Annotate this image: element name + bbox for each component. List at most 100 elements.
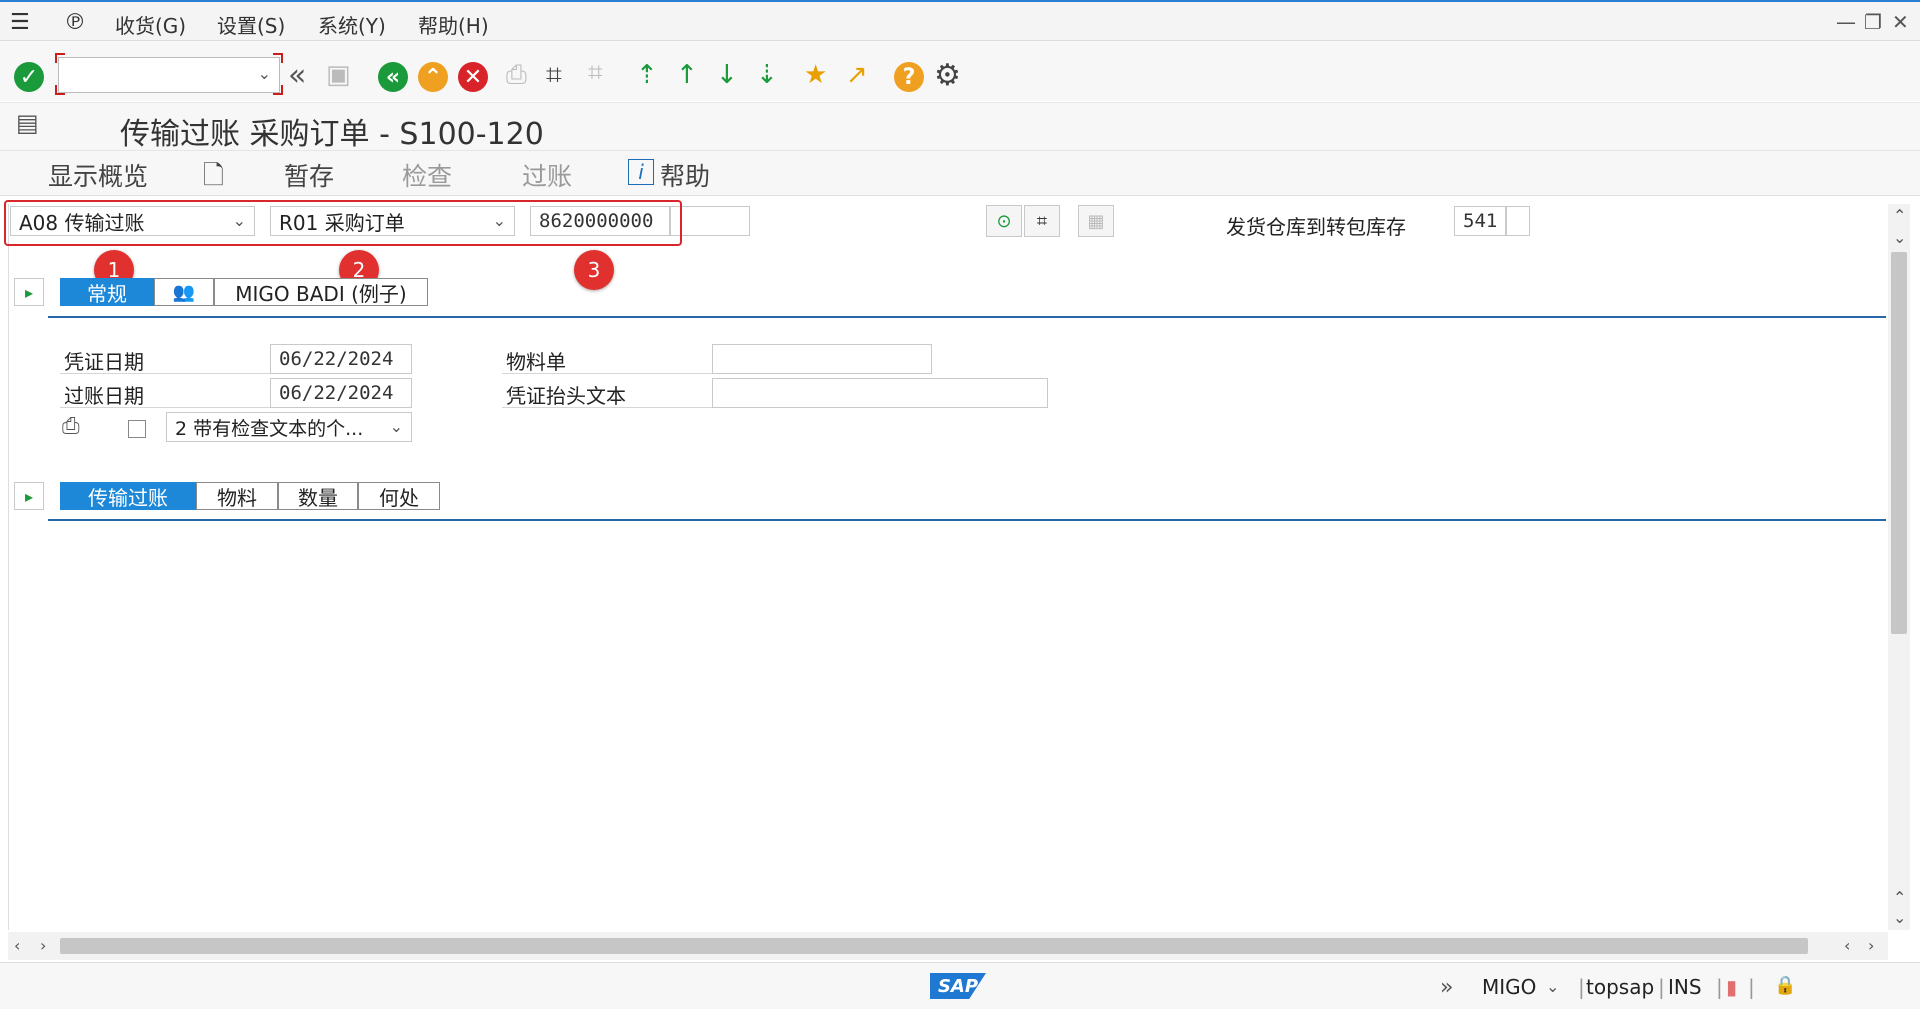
chevron-down-icon: ⌄	[389, 417, 403, 436]
collapse-header-icon[interactable]: ▸	[14, 278, 44, 306]
tab-quantity[interactable]: 数量	[278, 482, 358, 510]
print-option-value: 2 带有检查文本的个...	[175, 417, 364, 440]
tab-migo-badi[interactable]: MIGO BADI (例子)	[214, 278, 428, 306]
tab-material[interactable]: 物料	[196, 482, 278, 510]
response-time-icon: ▮	[1726, 975, 1738, 999]
chevron-down-icon[interactable]: ⌄	[1546, 977, 1559, 996]
movement-type-description: 发货仓库到转包库存	[1226, 215, 1406, 239]
vertical-scroll-thumb[interactable]	[1891, 252, 1907, 634]
next-page-icon[interactable]: ↓	[716, 60, 738, 90]
material-slip-label: 物料单	[506, 350, 566, 374]
enter-icon[interactable]: ✓	[14, 62, 44, 92]
printer-icon: ⎙	[62, 414, 80, 439]
help-button[interactable]: 帮助	[660, 157, 710, 193]
highlight-box	[4, 200, 682, 246]
expand-status-icon[interactable]: »	[1440, 975, 1453, 1000]
menu-icon[interactable]: ☰	[10, 10, 30, 35]
doc-date-label: 凭证日期	[64, 350, 144, 374]
calculator-icon[interactable]: ▦	[1078, 205, 1114, 237]
back-icon[interactable]: «	[378, 62, 408, 92]
close-window-icon[interactable]: ✕	[1892, 10, 1909, 34]
movement-type-input[interactable]: 541	[1454, 206, 1506, 236]
lock-icon: 🔒	[1774, 975, 1797, 996]
execute-icon[interactable]: ⊙	[986, 205, 1022, 237]
new-document-icon[interactable]: 🗋	[203, 157, 224, 201]
material-slip-input[interactable]	[712, 344, 932, 374]
previous-page-icon[interactable]: ↑	[676, 60, 698, 90]
sap-logo: SAP	[930, 973, 986, 999]
screen-menu-icon[interactable]: ▤	[16, 109, 39, 137]
title-bar: ▤ 传输过账 采购订单 - S100-120	[0, 102, 1920, 152]
transaction-icon[interactable]: ℗	[64, 10, 86, 35]
label-underline	[502, 407, 712, 408]
collapse-detail-icon[interactable]: ▸	[14, 482, 44, 510]
tab-general[interactable]: 常规	[60, 278, 154, 306]
partner-icon: 👥	[172, 281, 196, 303]
tab-partner[interactable]: 👥	[154, 278, 214, 306]
separator: |	[1716, 975, 1723, 999]
save-icon: ▣	[326, 60, 351, 90]
header-text-input[interactable]	[712, 378, 1048, 408]
posting-date-label: 过账日期	[64, 384, 144, 408]
status-bar: SAP » MIGO ⌄ | topsap | INS | ▮ | 🔒	[0, 962, 1920, 1009]
header-text-label: 凭证抬头文本	[506, 384, 626, 408]
scroll-up-icon[interactable]: ⌃	[1893, 888, 1906, 907]
label-underline	[502, 373, 712, 374]
posting-date-input[interactable]: 06/22/2024	[270, 378, 412, 408]
exit-icon[interactable]: ⌃	[418, 62, 448, 92]
minimize-icon[interactable]: —	[1836, 10, 1856, 34]
find-icon[interactable]: ⌗	[546, 58, 562, 92]
menu-help[interactable]: 帮助(H)	[418, 10, 489, 39]
help-icon[interactable]: ?	[894, 62, 924, 92]
print-checkbox[interactable]	[128, 420, 146, 438]
scroll-left-icon[interactable]: ‹	[1844, 936, 1850, 955]
post-button: 过账	[522, 162, 573, 191]
separator: |	[1748, 975, 1755, 999]
restore-icon[interactable]: ❐	[1864, 10, 1882, 34]
menu-bar: ☰ ℗ 收货(G) 设置(S) 系统(Y) 帮助(H) — ❐ ✕	[0, 2, 1920, 41]
scroll-left-icon[interactable]: ‹	[14, 936, 20, 955]
show-overview-button[interactable]: 显示概览	[48, 157, 148, 193]
page-title: 传输过账 采购订单 - S100-120	[120, 117, 544, 152]
horizontal-scroll-thumb[interactable]	[60, 938, 1808, 954]
info-icon[interactable]: i	[628, 159, 654, 185]
scroll-right-icon[interactable]: ›	[40, 936, 46, 955]
special-stock-input[interactable]	[1506, 206, 1530, 236]
first-page-icon[interactable]: ⇡	[636, 60, 658, 90]
last-page-icon[interactable]: ⇣	[756, 60, 778, 90]
scroll-up-icon[interactable]: ⌃	[1893, 206, 1906, 225]
tab-underline	[48, 316, 1886, 318]
transaction-code: MIGO	[1482, 975, 1537, 999]
main-content	[8, 204, 1889, 930]
generate-shortcut-icon[interactable]: ↗	[846, 60, 868, 90]
menu-goods-receipt[interactable]: 收货(G)	[115, 10, 186, 39]
cancel-icon[interactable]: ✕	[458, 62, 488, 92]
doc-date-input[interactable]: 06/22/2024	[270, 344, 412, 374]
print-option-select[interactable]: 2 带有检查文本的个... ⌄	[166, 412, 412, 442]
find-next-icon: ⌗	[588, 58, 603, 88]
command-field-focus-frame	[55, 53, 283, 95]
application-toolbar: 显示概览 🗋 暂存 检查 过账 i 帮助	[0, 150, 1920, 196]
search-binoculars-icon[interactable]: ⌗	[1024, 205, 1060, 237]
scroll-right-icon[interactable]: ›	[1868, 936, 1874, 955]
insert-mode: INS	[1668, 975, 1702, 999]
label-underline	[60, 407, 270, 408]
tab-where[interactable]: 何处	[358, 482, 440, 510]
check-button: 检查	[402, 162, 453, 191]
menu-system[interactable]: 系统(Y)	[318, 10, 386, 39]
annotation-badge-3: 3	[574, 250, 614, 290]
menu-settings[interactable]: 设置(S)	[217, 10, 285, 39]
po-item-input[interactable]	[670, 206, 750, 236]
label-underline	[60, 373, 270, 374]
back-double-icon[interactable]: «	[288, 58, 306, 93]
tab-underline	[48, 519, 1886, 521]
create-session-icon[interactable]: ★	[804, 60, 827, 90]
settings-gear-icon[interactable]: ⚙	[934, 58, 961, 93]
scroll-up-icon[interactable]: ⌄	[1893, 228, 1906, 247]
tab-transfer-posting[interactable]: 传输过账	[60, 482, 196, 510]
separator: |	[1578, 975, 1585, 999]
separator: |	[1658, 975, 1665, 999]
hold-button[interactable]: 暂存	[284, 157, 334, 193]
print-icon: ⎙	[506, 60, 527, 90]
scroll-down-icon[interactable]: ⌄	[1893, 908, 1906, 927]
